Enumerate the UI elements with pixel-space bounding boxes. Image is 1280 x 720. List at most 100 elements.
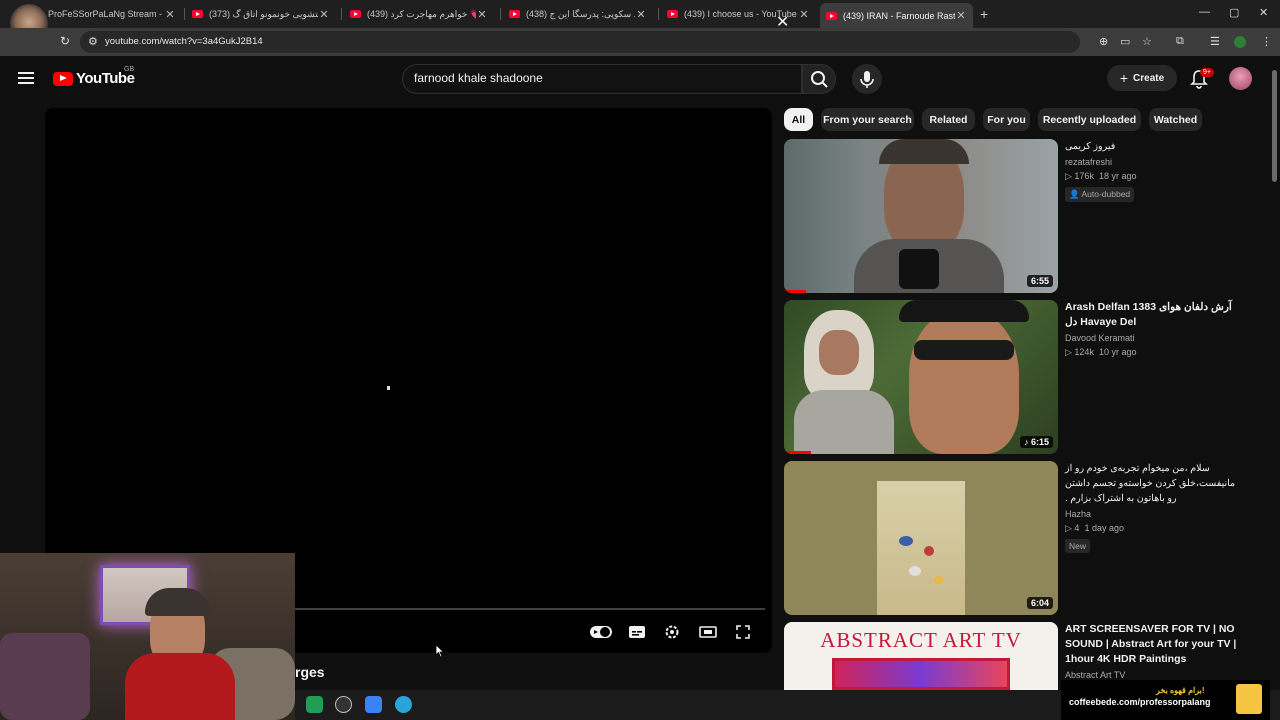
chip-watched[interactable]: Watched — [1149, 108, 1202, 131]
duration-badge: 6:55 — [1026, 275, 1053, 287]
badge-label: Auto-dubbed — [1081, 189, 1131, 199]
video-info: Arash Delfan 1383 آرش دلفان هوای دل Hava… — [1065, 300, 1240, 358]
settings-gear-icon[interactable] — [664, 624, 680, 640]
url-text[interactable]: youtube.com/watch?v=3a4GukJ2B14 — [105, 36, 263, 47]
tab-6-active[interactable]: (439) IRAN - Farnoude Rastgou ✕ — [820, 3, 973, 28]
tab-title: (438) سعید سکوپی: پدرسگا این ج — [526, 8, 635, 19]
chip-recently-uploaded[interactable]: Recently uploaded — [1038, 108, 1141, 131]
dubbing-icon: 👤 — [1069, 189, 1082, 199]
search-button[interactable] — [802, 64, 836, 94]
tab-separator — [184, 8, 185, 20]
view-count: 176k — [1074, 171, 1094, 181]
tab-1[interactable]: ProFeSSorPaLaNg Stream - Wa ✕ — [42, 4, 182, 24]
video-title[interactable]: Arash Delfan 1383 آرش دلفان هوای دل Hava… — [1065, 300, 1240, 330]
star-icon[interactable]: ☆ — [1142, 35, 1152, 48]
duration-text: 6:15 — [1030, 437, 1049, 447]
video-thumbnail[interactable]: 6:04 — [784, 461, 1058, 615]
clear-search-icon[interactable]: ✕ — [776, 12, 789, 32]
tab-title: (439) IRAN - Farnoude Rastgou — [843, 10, 955, 21]
tab-separator — [500, 8, 501, 20]
new-tab-button[interactable]: + — [980, 6, 988, 22]
upload-age: 10 yr ago — [1098, 347, 1137, 357]
recommendation-item[interactable]: 6:55 فیروز کریمی rezatafreshi ▷ 176k 18 … — [784, 139, 1269, 295]
omnibox[interactable]: ⚙ youtube.com/watch?v=3a4GukJ2B14 ⊕ — [80, 31, 1108, 53]
taskbar-app-icon[interactable] — [365, 696, 382, 713]
tab-4[interactable]: (438) سعید سکوپی: پدرسگا این ج ✕ — [503, 4, 653, 24]
duration-badge: 6:04 — [1026, 597, 1053, 609]
youtube-favicon-icon — [350, 10, 361, 18]
voice-search-button[interactable] — [852, 64, 882, 94]
close-icon[interactable]: ✕ — [476, 8, 488, 21]
scrollbar-thumb[interactable] — [1272, 70, 1277, 182]
search-box[interactable] — [402, 64, 802, 94]
extensions-icon[interactable]: ⧉ — [1176, 35, 1184, 48]
reload-icon[interactable]: ↻ — [60, 34, 70, 48]
watched-progress — [784, 290, 806, 293]
menu-icon[interactable]: ⋮ — [1261, 35, 1272, 48]
taskbar-app-icon[interactable] — [306, 696, 323, 713]
video-title[interactable]: ART SCREENSAVER FOR TV | NO SOUND | Abst… — [1065, 622, 1240, 667]
recommendation-item[interactable]: ♪ 6:15 Arash Delfan 1383 آرش دلفان هوای … — [784, 300, 1269, 456]
youtube-logo[interactable]: YouTube GB — [53, 66, 135, 87]
chip-from-your-search[interactable]: From your search — [821, 108, 914, 131]
close-icon[interactable]: ✕ — [635, 8, 647, 21]
youtube-favicon-icon — [509, 10, 520, 18]
zoom-icon[interactable]: ⊕ — [1099, 35, 1108, 48]
minimize-icon[interactable]: — — [1199, 6, 1210, 18]
close-icon[interactable]: ✕ — [798, 8, 810, 21]
chip-for-you[interactable]: For you — [983, 108, 1030, 131]
autoplay-toggle[interactable] — [590, 626, 612, 638]
mouse-pointer-icon — [435, 644, 445, 658]
tab-2[interactable]: (373) دستشویی خونمونو اتاق گ ✕ — [186, 4, 336, 24]
account-avatar[interactable] — [1229, 67, 1252, 90]
subtitles-icon[interactable] — [628, 624, 646, 640]
coffee-cup-icon — [1236, 684, 1262, 714]
theater-mode-icon[interactable] — [699, 624, 717, 640]
channel-name[interactable]: rezatafreshi — [1065, 157, 1240, 167]
recommendation-item[interactable]: 6:04 سلام ،من میخوام تجربه‌ی خودم رو از … — [784, 461, 1269, 617]
search-icon — [811, 71, 828, 88]
close-icon[interactable]: ✕ — [318, 8, 330, 21]
views-icon: ▷ — [1065, 347, 1075, 357]
chip-related[interactable]: Related — [922, 108, 975, 131]
sidebar-icon[interactable]: ☰ — [1210, 35, 1220, 48]
channel-name[interactable]: Hazha — [1065, 509, 1240, 519]
fullscreen-icon[interactable] — [735, 624, 751, 640]
chip-all[interactable]: All — [784, 108, 813, 131]
channel-name[interactable]: Abstract Art TV — [1065, 670, 1240, 680]
telegram-icon[interactable] — [395, 696, 412, 713]
site-info-icon[interactable]: ⚙ — [88, 35, 98, 48]
duration-badge: ♪ 6:15 — [1019, 436, 1053, 448]
tab-separator — [341, 8, 342, 20]
create-button[interactable]: + Create — [1107, 65, 1177, 91]
tab-3[interactable]: (439) خواهرم مهاجرت کرد 💗 - e ✕ — [344, 4, 494, 24]
tab-title: (439) خواهرم مهاجرت کرد 💗 - e — [367, 8, 476, 19]
close-icon[interactable]: ✕ — [164, 8, 176, 21]
watched-progress — [784, 451, 812, 454]
video-title[interactable]: فیروز کریمی — [1065, 139, 1240, 154]
media-player-icon[interactable] — [335, 696, 352, 713]
coffee-persian-text: برام قهوه بخر! — [1156, 686, 1205, 695]
video-info: فیروز کریمی rezatafreshi ▷ 176k 18 yr ag… — [1065, 139, 1240, 202]
maximize-icon[interactable]: ▢ — [1229, 6, 1239, 19]
view-count: 4 — [1074, 523, 1080, 533]
video-thumbnail[interactable]: ABSTRACT ART TV — [784, 622, 1058, 690]
profile-icon[interactable] — [1234, 36, 1246, 48]
close-icon[interactable]: ✕ — [955, 9, 967, 22]
search-input[interactable] — [414, 71, 754, 85]
video-thumbnail[interactable]: ♪ 6:15 — [784, 300, 1058, 454]
browser-tab-bar: ProFeSSorPaLaNg Stream - Wa ✕ (373) دستش… — [0, 0, 1280, 44]
video-title[interactable]: سلام ،من میخوام تجربه‌ی خودم رو از مانیف… — [1065, 461, 1240, 506]
tab-5[interactable]: (439) I choose us - YouTube ✕ — [661, 4, 816, 24]
youtube-play-icon — [53, 71, 73, 86]
window-close-icon[interactable]: ✕ — [1259, 6, 1268, 19]
views-icon: ▷ — [1065, 523, 1075, 533]
video-thumbnail[interactable]: 6:55 — [784, 139, 1058, 293]
video-meta: ▷ 176k 18 yr ago — [1065, 171, 1240, 182]
country-code: GB — [124, 66, 135, 73]
channel-name[interactable]: Davood Keramati — [1065, 333, 1240, 343]
cast-icon[interactable]: ▭ — [1120, 35, 1130, 48]
video-progress-bar[interactable] — [295, 608, 765, 610]
video-meta: ▷ 4 1 day ago — [1065, 523, 1240, 534]
hamburger-menu-icon[interactable] — [18, 72, 34, 84]
